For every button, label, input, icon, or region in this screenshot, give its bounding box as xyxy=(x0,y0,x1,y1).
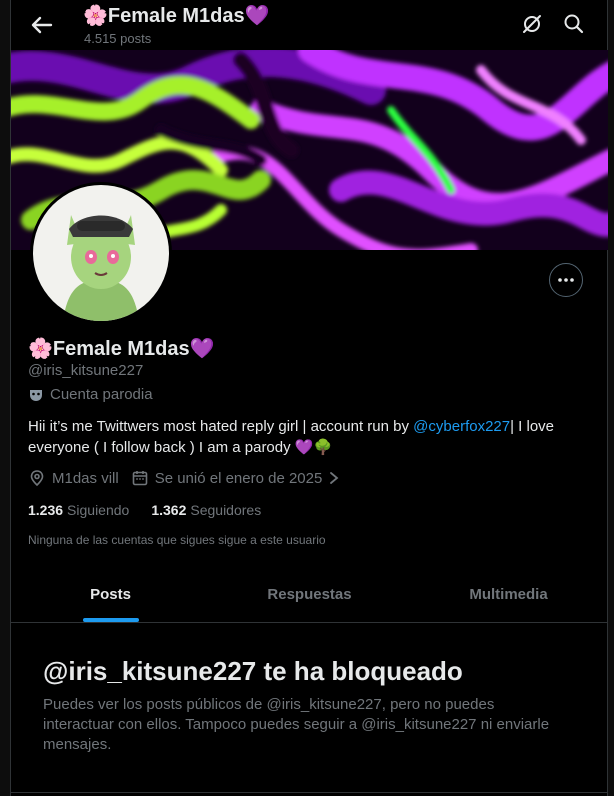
followers-label: Seguidores xyxy=(190,502,262,518)
chevron-right-icon xyxy=(330,472,339,484)
joined-text: Se unió el enero de 2025 xyxy=(154,469,323,487)
profile-bio: Hii it’s me Twittwers most hated reply g… xyxy=(28,416,588,458)
profile-meta: M1das vill Se unió el enero de 2025 xyxy=(28,469,352,487)
grok-icon xyxy=(523,15,541,33)
more-dots-icon xyxy=(558,278,574,282)
bio-text-start: Hii it’s me Twittwers most hated reply g… xyxy=(28,418,414,435)
search-icon xyxy=(564,14,584,34)
following-label: Siguiendo xyxy=(67,502,130,518)
joined-item[interactable]: Se unió el enero de 2025 xyxy=(131,469,341,487)
back-button[interactable] xyxy=(25,10,57,40)
profile-tabs: Posts Respuestas Multimedia xyxy=(11,568,608,623)
grok-button[interactable] xyxy=(519,11,545,37)
following-link[interactable]: 1.236 Siguiendo xyxy=(28,502,129,518)
location-text: M1das vill xyxy=(52,469,119,487)
left-frame xyxy=(0,0,11,796)
calendar-icon xyxy=(132,471,147,486)
followers-link[interactable]: 1.362 Seguidores xyxy=(151,502,261,518)
follow-stats: 1.236 Siguiendo 1.362 Seguidores xyxy=(28,502,261,518)
tab-respuestas[interactable]: Respuestas xyxy=(210,568,409,622)
parody-label: Cuenta parodia xyxy=(28,386,153,403)
mutual-followers-note: Ninguna de las cuentas que sigues sigue … xyxy=(28,533,326,547)
divider xyxy=(11,792,607,793)
avatar[interactable] xyxy=(30,182,172,324)
parody-text: Cuenta parodia xyxy=(50,386,153,403)
display-name: 🌸Female M1das💜 xyxy=(28,338,215,360)
user-handle: @iris_kitsune227 xyxy=(28,362,144,379)
post-count: 4.515 posts xyxy=(84,31,152,46)
more-options-button[interactable] xyxy=(549,263,583,297)
following-count: 1.236 xyxy=(28,502,64,518)
header-title: 🌸Female M1das💜 xyxy=(83,5,270,27)
mask-icon xyxy=(30,389,42,401)
right-frame xyxy=(607,0,614,796)
location-pin-icon xyxy=(30,470,44,487)
tab-posts[interactable]: Posts xyxy=(11,568,210,622)
followers-count: 1.362 xyxy=(151,502,187,518)
profile-header: 🌸Female M1das💜 4.515 posts xyxy=(11,0,607,50)
back-arrow-icon xyxy=(31,16,53,34)
location-item: M1das vill xyxy=(28,469,119,487)
bio-mention-link[interactable]: @cyberfox227 xyxy=(413,418,510,435)
blocked-message: Puedes ver los posts públicos de @iris_k… xyxy=(43,696,550,753)
search-button[interactable] xyxy=(561,11,587,37)
blocked-title: @iris_kitsune227 te ha bloqueado xyxy=(43,656,463,686)
tab-multimedia[interactable]: Multimedia xyxy=(409,568,608,622)
